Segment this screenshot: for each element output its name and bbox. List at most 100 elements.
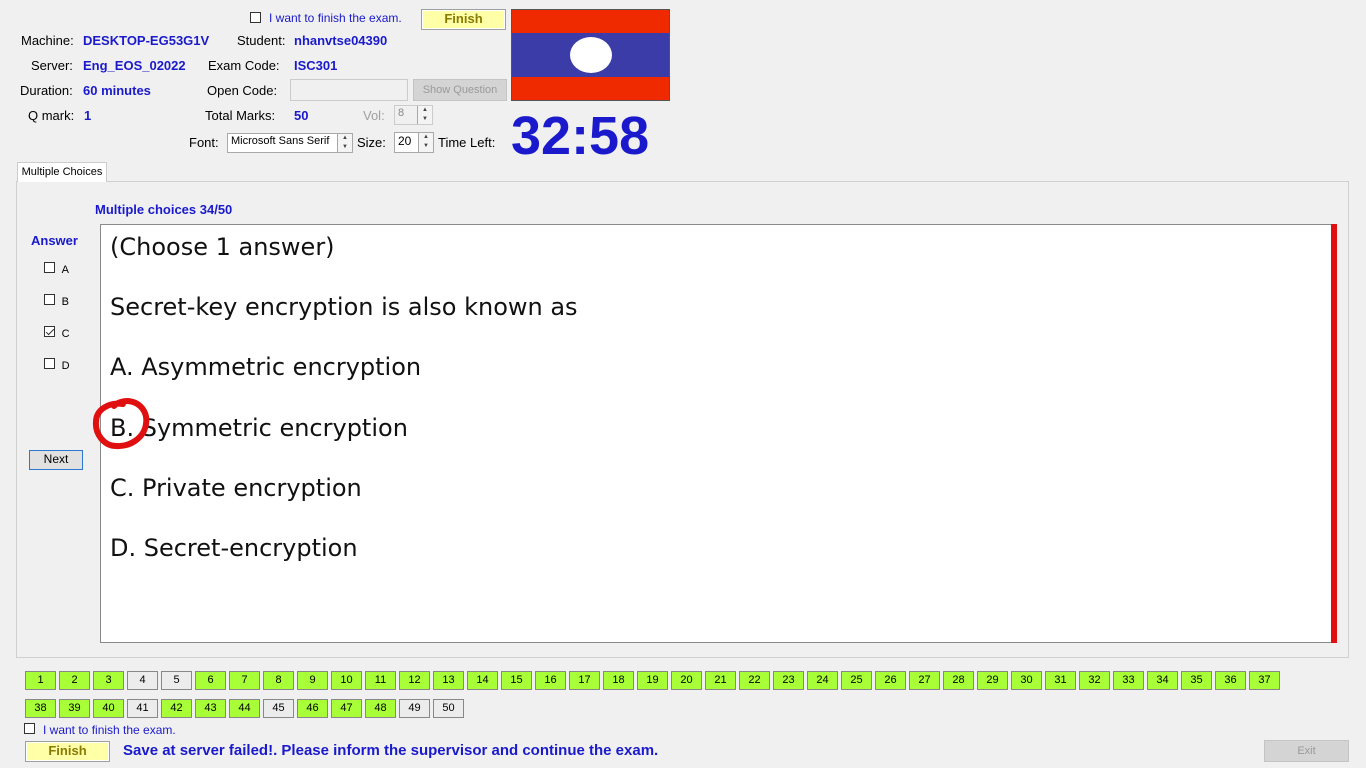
answer-option-a[interactable]: A [44, 261, 69, 276]
question-nav-button[interactable]: 46 [297, 699, 328, 718]
question-nav-button[interactable]: 9 [297, 671, 328, 690]
question-nav-button[interactable]: 32 [1079, 671, 1110, 690]
question-nav-button[interactable]: 26 [875, 671, 906, 690]
question-nav-button[interactable]: 34 [1147, 671, 1178, 690]
answer-c-label: C [61, 328, 70, 340]
open-code-input[interactable] [290, 79, 408, 101]
flag-circle-icon [570, 37, 612, 73]
total-marks-label: Total Marks: [205, 108, 276, 123]
answer-b-checkbox[interactable] [44, 294, 55, 305]
annotation-circle-icon [92, 397, 150, 450]
question-nav-button[interactable]: 33 [1113, 671, 1144, 690]
question-counter: Multiple choices 34/50 [95, 202, 233, 217]
question-nav-button[interactable]: 28 [943, 671, 974, 690]
flag-image [511, 9, 670, 101]
question-nav-button[interactable]: 41 [127, 699, 158, 718]
show-question-button[interactable]: Show Question [413, 79, 507, 101]
question-nav-button[interactable]: 18 [603, 671, 634, 690]
answer-a-checkbox[interactable] [44, 262, 55, 273]
size-value: 20 [398, 134, 412, 148]
answer-c-checkbox[interactable] [44, 326, 55, 337]
question-stem: Secret-key encryption is also known as [110, 293, 578, 321]
question-nav-button[interactable]: 13 [433, 671, 464, 690]
answer-option-c[interactable]: C [44, 325, 70, 340]
vol-value: 8 [398, 107, 405, 119]
question-nav-button[interactable]: 2 [59, 671, 90, 690]
tab-multiple-choices[interactable]: Multiple Choices [17, 162, 107, 182]
size-label: Size: [357, 135, 386, 150]
question-nav-button[interactable]: 10 [331, 671, 362, 690]
duration-label: Duration: [20, 83, 73, 98]
question-nav-button[interactable]: 25 [841, 671, 872, 690]
question-nav-button[interactable]: 7 [229, 671, 260, 690]
question-nav-button[interactable]: 14 [467, 671, 498, 690]
choice-a: A. Asymmetric encryption [110, 353, 422, 381]
question-nav-button[interactable]: 38 [25, 699, 56, 718]
finish-top-button[interactable]: Finish [421, 9, 506, 30]
next-button[interactable]: Next [29, 450, 83, 470]
total-marks-value: 50 [294, 108, 309, 123]
question-nav-button[interactable]: 49 [399, 699, 430, 718]
answer-option-b[interactable]: B [44, 293, 69, 308]
question-nav-button[interactable]: 1 [25, 671, 56, 690]
question-nav-button[interactable]: 40 [93, 699, 124, 718]
question-textbox[interactable]: (Choose 1 answer) Secret-key encryption … [100, 224, 1337, 643]
question-nav-button[interactable]: 31 [1045, 671, 1076, 690]
question-nav-button[interactable]: 15 [501, 671, 532, 690]
answer-a-label: A [61, 264, 69, 276]
question-nav-button[interactable]: 17 [569, 671, 600, 690]
question-nav-button[interactable]: 16 [535, 671, 566, 690]
answer-d-checkbox[interactable] [44, 358, 55, 369]
question-nav-button[interactable]: 27 [909, 671, 940, 690]
question-nav-button[interactable]: 44 [229, 699, 260, 718]
question-nav-button[interactable]: 3 [93, 671, 124, 690]
question-nav-button[interactable]: 23 [773, 671, 804, 690]
scroll-indicator[interactable] [1331, 224, 1337, 643]
question-nav-button[interactable]: 47 [331, 699, 362, 718]
size-stepper[interactable]: 20 ▲ ▼ [394, 132, 434, 153]
finish-top-label: I want to finish the exam. [269, 11, 402, 25]
exit-button[interactable]: Exit [1264, 740, 1349, 762]
question-nav-button[interactable]: 37 [1249, 671, 1280, 690]
question-nav-button[interactable]: 5 [161, 671, 192, 690]
question-nav-button[interactable]: 39 [59, 699, 90, 718]
question-nav-button[interactable]: 48 [365, 699, 396, 718]
question-nav-button[interactable]: 45 [263, 699, 294, 718]
question-nav-button[interactable]: 21 [705, 671, 736, 690]
question-nav-button[interactable]: 42 [161, 699, 192, 718]
question-nav-button[interactable]: 30 [1011, 671, 1042, 690]
question-nav-button[interactable]: 29 [977, 671, 1008, 690]
size-spin-icon[interactable]: ▲ ▼ [418, 133, 433, 152]
font-select-value: Microsoft Sans Serif [231, 135, 330, 147]
student-label: Student: [237, 33, 286, 48]
question-nav-button[interactable]: 22 [739, 671, 770, 690]
vol-spin-icon[interactable]: ▲ ▼ [417, 106, 432, 124]
question-nav-button[interactable]: 36 [1215, 671, 1246, 690]
question-nav-button[interactable]: 6 [195, 671, 226, 690]
question-nav-button[interactable]: 50 [433, 699, 464, 718]
question-nav-button[interactable]: 24 [807, 671, 838, 690]
font-spin-icon[interactable]: ▲ ▼ [337, 134, 352, 152]
finish-bottom-button[interactable]: Finish [25, 741, 110, 762]
finish-bottom-checkbox[interactable] [24, 722, 35, 737]
question-nav-button[interactable]: 4 [127, 671, 158, 690]
duration-value: 60 minutes [83, 83, 151, 98]
question-nav-button[interactable]: 43 [195, 699, 226, 718]
question-nav-button[interactable]: 35 [1181, 671, 1212, 690]
finish-top-checkbox[interactable] [250, 11, 261, 26]
server-value: Eng_EOS_02022 [83, 58, 186, 73]
student-value: nhanvtse04390 [294, 33, 388, 48]
question-nav-button[interactable]: 8 [263, 671, 294, 690]
font-select[interactable]: Microsoft Sans Serif ▲ ▼ [227, 133, 353, 153]
exam-code-value: ISC301 [294, 58, 338, 73]
vol-stepper[interactable]: 8 ▲ ▼ [394, 105, 433, 125]
question-nav-button[interactable]: 20 [671, 671, 702, 690]
question-nav-button[interactable]: 11 [365, 671, 396, 690]
answer-d-label: D [61, 360, 70, 372]
question-nav-button[interactable]: 12 [399, 671, 430, 690]
answer-heading: Answer [31, 233, 78, 248]
question-nav-button[interactable]: 19 [637, 671, 668, 690]
font-label: Font: [189, 135, 219, 150]
answer-option-d[interactable]: D [44, 357, 70, 372]
server-label: Server: [31, 58, 73, 73]
